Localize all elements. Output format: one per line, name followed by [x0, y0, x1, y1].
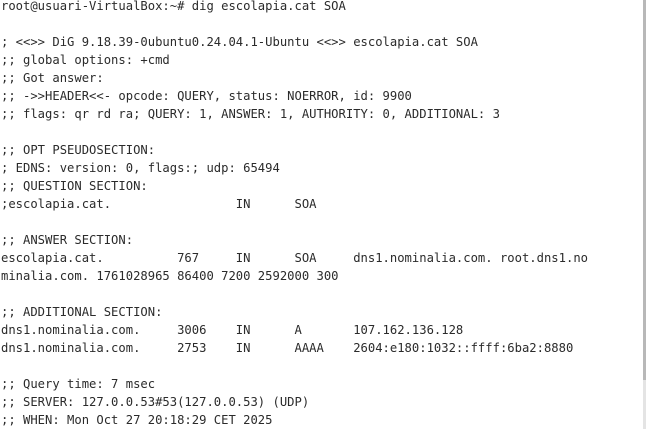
terminal-line: escolapia.cat. 767 IN SOA dns1.nominalia…	[1, 251, 588, 265]
terminal-line: ;; ANSWER SECTION:	[1, 233, 134, 247]
terminal-line: ;; WHEN: Mon Oct 27 20:18:29 CET 2025	[1, 413, 273, 427]
terminal-line: ;; OPT PSEUDOSECTION:	[1, 143, 156, 157]
terminal-line: ;; global options: +cmd	[1, 53, 170, 67]
terminal-line: ;; ->>HEADER<<- opcode: QUERY, status: N…	[1, 89, 412, 103]
terminal-output[interactable]: root@usuari-VirtualBox:~# dig escolapia.…	[0, 0, 643, 429]
terminal-line: ; EDNS: version: 0, flags:; udp: 65494	[1, 161, 280, 175]
command-line: root@usuari-VirtualBox:~# dig escolapia.…	[1, 0, 346, 13]
terminal-line: ; <<>> DiG 9.18.39-0ubuntu0.24.04.1-Ubun…	[1, 35, 478, 49]
terminal-line: ;escolapia.cat. IN SOA	[1, 197, 317, 211]
terminal-line: ;; ADDITIONAL SECTION:	[1, 305, 163, 319]
terminal-line: ;; flags: qr rd ra; QUERY: 1, ANSWER: 1,…	[1, 107, 500, 121]
terminal-line: dns1.nominalia.com. 2753 IN AAAA 2604:e1…	[1, 341, 574, 355]
terminal-line: minalia.com. 1761028965 86400 7200 25920…	[1, 269, 339, 283]
terminal-line: ;; QUESTION SECTION:	[1, 179, 148, 193]
terminal-line: ;; Got answer:	[1, 71, 104, 85]
terminal-line: ;; Query time: 7 msec	[1, 377, 156, 391]
terminal-line: ;; SERVER: 127.0.0.53#53(127.0.0.53) (UD…	[1, 395, 310, 409]
terminal-line: dns1.nominalia.com. 3006 IN A 107.162.13…	[1, 323, 464, 337]
